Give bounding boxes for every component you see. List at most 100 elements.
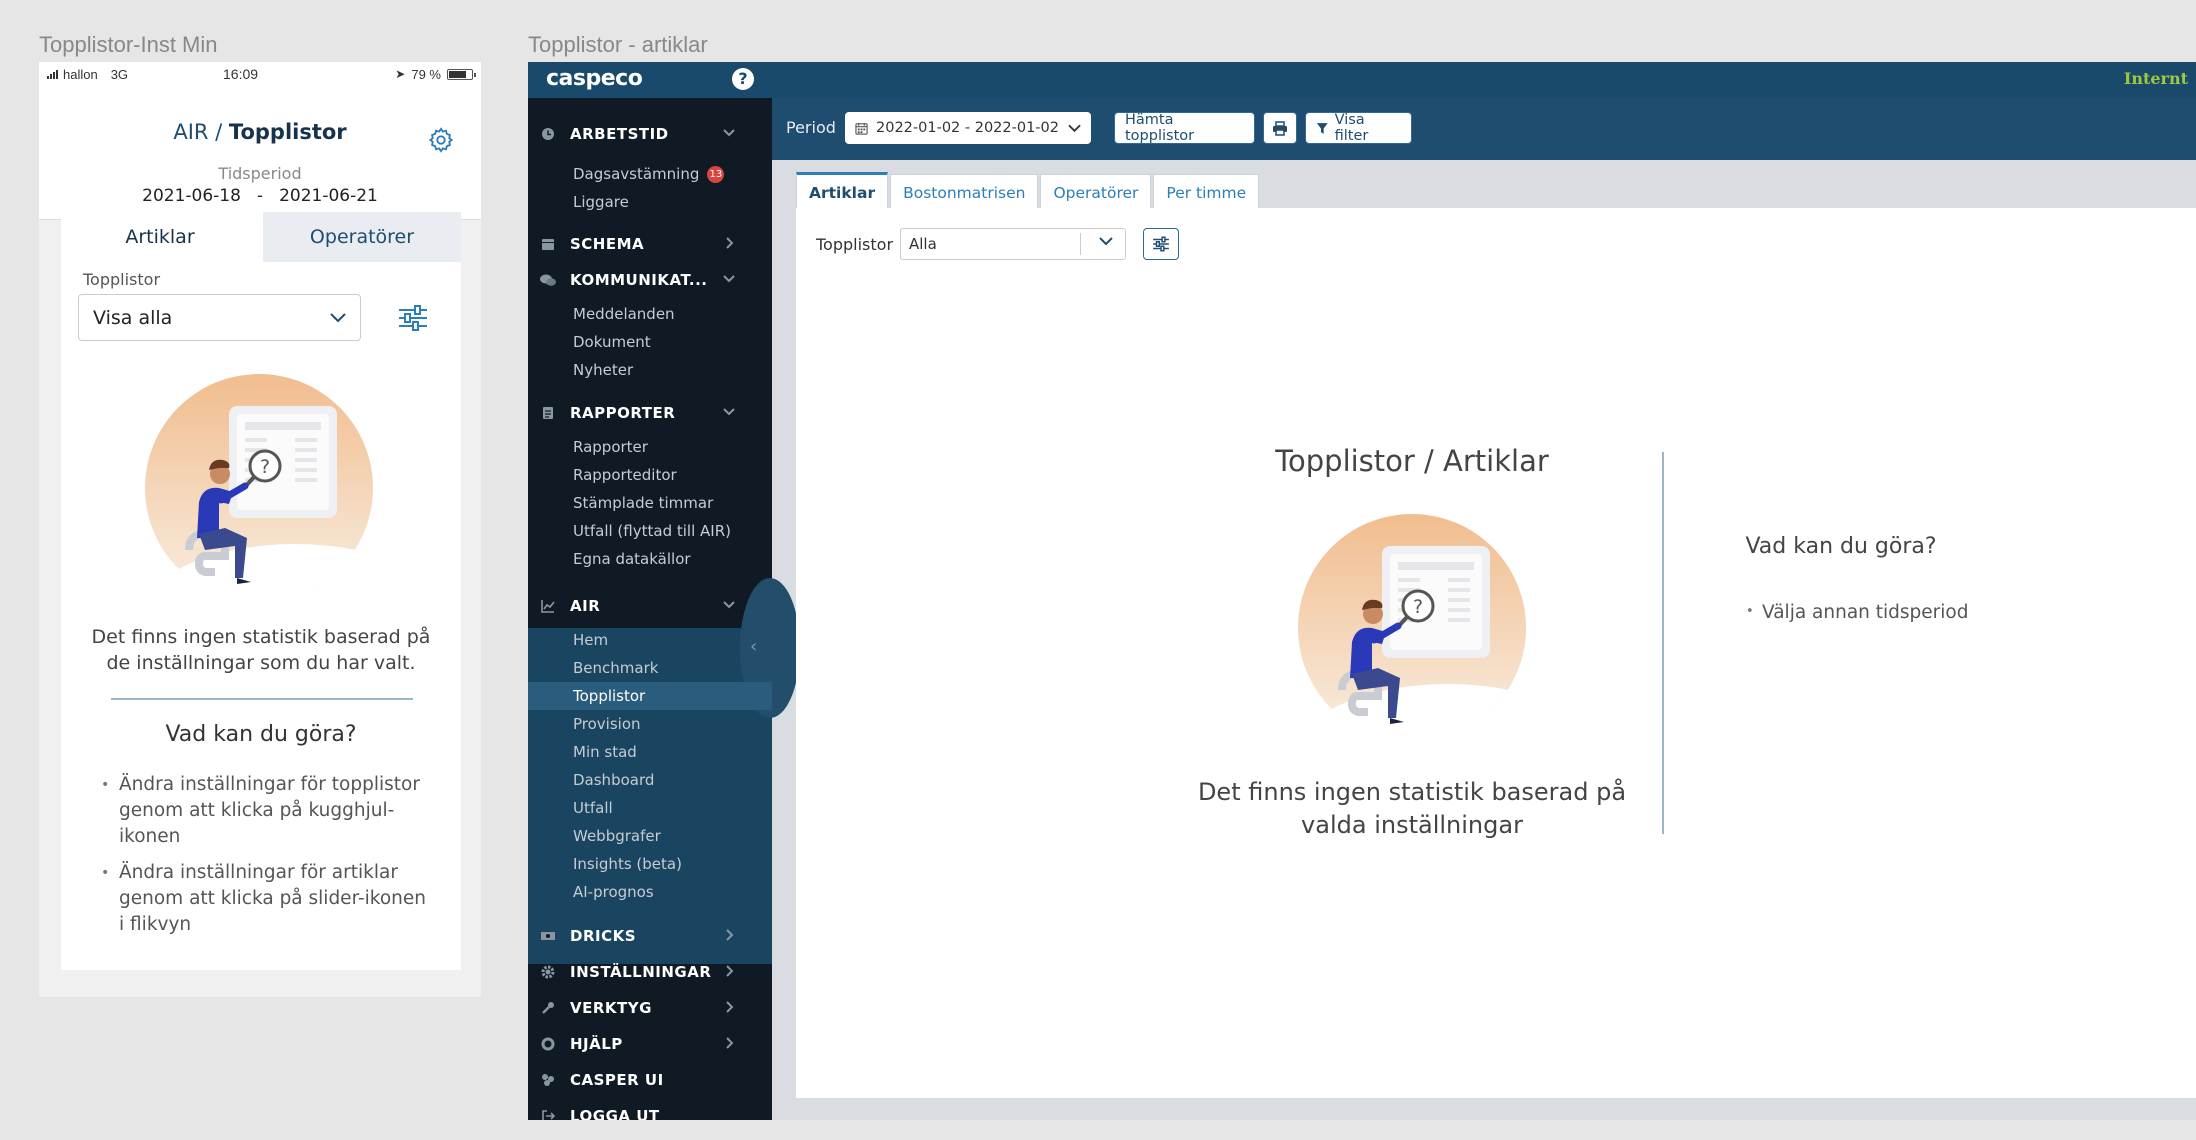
title-section: AIR	[173, 120, 209, 144]
sidebar-section-schema[interactable]: SCHEMA	[528, 226, 772, 262]
sidebar-item-min-stad[interactable]: Min stad	[528, 738, 772, 766]
sidebar-section-dricks[interactable]: DRICKS	[528, 918, 772, 954]
apps-icon	[540, 1072, 556, 1088]
fetch-toplists-button[interactable]: Hämta topplistor	[1114, 112, 1255, 144]
chevron-right-icon	[726, 237, 734, 249]
sidebar-section-rapporter[interactable]: RAPPORTER	[528, 395, 772, 431]
chevron-down-icon	[1068, 124, 1081, 132]
tab-per-timme[interactable]: Per timme	[1153, 174, 1260, 210]
period-dash: -	[256, 186, 264, 206]
chevron-right-icon	[726, 1001, 734, 1013]
sidebar-item-dokument[interactable]: Dokument	[528, 328, 772, 356]
period-to: 2021-06-21	[279, 186, 378, 206]
tab-bostonmatrisen[interactable]: Bostonmatrisen	[890, 174, 1039, 210]
tab-artiklar[interactable]: Artiklar	[796, 172, 889, 210]
sidebar-section-hjalp[interactable]: HJÄLP	[528, 1026, 772, 1062]
mobile-header: AIR / Topplistor Tidsperiod 2021-06-18-2…	[39, 86, 481, 220]
sidebar-item-rapporteditor[interactable]: Rapporteditor	[528, 461, 772, 489]
sidebar-section-kommunikation[interactable]: KOMMUNIKAT...	[528, 262, 772, 298]
period-label: Period	[786, 118, 836, 137]
environment-label: Internt	[2123, 69, 2188, 88]
main-content: Topplistor Alla Topplistor / Artiklar ? …	[796, 208, 2196, 1098]
slider-settings-button[interactable]	[1143, 228, 1179, 260]
top-bar: caspeco ? Internt	[528, 62, 2196, 98]
sidebar-item-label: Dagsavstämning	[573, 165, 700, 183]
topplistor-label: Topplistor	[816, 235, 894, 254]
sidebar-item-egna-datakallor[interactable]: Egna datakällor	[528, 545, 772, 573]
sidebar-section-air[interactable]: AIR	[528, 588, 772, 624]
chevron-right-icon	[726, 965, 734, 977]
date-range-value: 2022-01-02 - 2022-01-02	[876, 120, 1059, 136]
status-time: 16:09	[223, 66, 259, 82]
sidebar-section-label: KOMMUNIKAT...	[570, 271, 708, 289]
sidebar-section-label: ARBETSTID	[570, 125, 669, 143]
sidebar-section-verktyg[interactable]: VERKTYG	[528, 990, 772, 1026]
notification-badge: 13	[707, 165, 725, 183]
topplistor-select-value: Visa alla	[93, 306, 173, 329]
sidebar-section-casper-ui[interactable]: CASPER UI	[528, 1062, 772, 1098]
show-filter-button[interactable]: Visa filter	[1305, 112, 1412, 144]
slider-icon[interactable]	[397, 304, 429, 332]
divider	[111, 698, 413, 700]
caspeco-logo[interactable]: caspeco	[546, 66, 643, 91]
lifebuoy-icon	[540, 1036, 556, 1052]
wrench-icon	[540, 1000, 556, 1016]
chevron-down-icon	[723, 129, 735, 137]
sidebar-section-label: SCHEMA	[570, 235, 645, 253]
sidebar-section-installningar[interactable]: INSTÄLLNINGAR	[528, 954, 772, 990]
content-title: Topplistor / Artiklar	[1275, 444, 1549, 478]
sidebar-item-topplistor[interactable]: Topplistor	[528, 682, 772, 710]
toolbar: Period 2022-01-02 - 2022-01-02 Hämta top…	[772, 98, 2196, 160]
topplistor-label: Topplistor	[83, 270, 161, 289]
sidebar-item-ai-prognos[interactable]: AI-prognos	[528, 878, 772, 906]
period-label: Tidsperiod	[218, 164, 302, 183]
topplistor-select[interactable]: Visa alla	[78, 294, 361, 341]
sidebar-item-insights[interactable]: Insights (beta)	[528, 850, 772, 878]
battery-percent: 79 %	[411, 66, 441, 82]
sidebar-item-benchmark[interactable]: Benchmark	[528, 654, 772, 682]
period-dates[interactable]: 2021-06-18-2021-06-21	[39, 186, 481, 206]
sidebar-item-webbgrafer[interactable]: Webbgrafer	[528, 822, 772, 850]
gear-icon[interactable]	[427, 126, 455, 154]
empty-state-message: Det finns ingen statistik baserad på val…	[1197, 778, 1627, 839]
sidebar-item-dagsavstamning[interactable]: Dagsavstämning 13	[528, 160, 772, 188]
mobile-screen: hallon 3G 16:09 ➤ 79 % AIR / Topplistor …	[39, 62, 481, 997]
tab-operatorer[interactable]: Operatörer	[1040, 174, 1152, 210]
logout-icon	[540, 1108, 556, 1120]
title-separator: /	[208, 120, 229, 144]
mobile-frame-label: Topplistor-Inst Min	[39, 32, 218, 57]
sidebar-item-rapporter[interactable]: Rapporter	[528, 433, 772, 461]
sidebar-item-provision[interactable]: Provision	[528, 710, 772, 738]
sidebar-item-liggare[interactable]: Liggare	[528, 188, 772, 216]
tab-artiklar[interactable]: Artiklar	[61, 212, 259, 262]
chevron-down-icon	[1099, 237, 1113, 246]
date-range-picker[interactable]: 2022-01-02 - 2022-01-02	[845, 112, 1091, 144]
calendar-icon	[540, 236, 556, 252]
sidebar-section-arbetstid[interactable]: ARBETSTID	[528, 116, 772, 152]
topplistor-select[interactable]: Alla	[900, 228, 1126, 260]
sidebar-item-utfall[interactable]: Utfall	[528, 794, 772, 822]
network-type: 3G	[110, 66, 129, 82]
sidebar-section-label: LOGGA UT	[570, 1107, 660, 1120]
list-item: Välja annan tidsperiod	[1746, 602, 1969, 623]
sidebar-item-hem[interactable]: Hem	[528, 626, 772, 654]
empty-state-illustration: ?	[145, 374, 373, 602]
help-title: Vad kan du göra?	[1745, 534, 1937, 559]
sidebar-section-logga-ut[interactable]: LOGGA UT	[528, 1098, 772, 1120]
sidebar-item-nyheter[interactable]: Nyheter	[528, 356, 772, 384]
sidebar-item-stamplade-timmar[interactable]: Stämplade timmar	[528, 489, 772, 517]
sidebar-item-utfall-flyttad[interactable]: Utfall (flyttad till AIR)	[528, 517, 772, 545]
sidebar-item-dashboard[interactable]: Dashboard	[528, 766, 772, 794]
help-list: Välja annan tidsperiod	[1746, 602, 1969, 623]
print-button[interactable]	[1263, 112, 1297, 144]
sidebar-section-label: VERKTYG	[570, 999, 652, 1017]
show-filter-label: Visa filter	[1334, 112, 1369, 144]
list-item: Ändra inställningar för topplistor genom…	[101, 772, 431, 850]
empty-state-illustration: ?	[1298, 514, 1526, 742]
sidebar-item-meddelanden[interactable]: Meddelanden	[528, 300, 772, 328]
chart-icon	[540, 598, 556, 614]
battery-icon	[447, 68, 476, 80]
tab-operatorer[interactable]: Operatörer	[259, 212, 461, 262]
title-page: Topplistor	[228, 120, 347, 144]
help-icon[interactable]: ?	[732, 68, 754, 90]
